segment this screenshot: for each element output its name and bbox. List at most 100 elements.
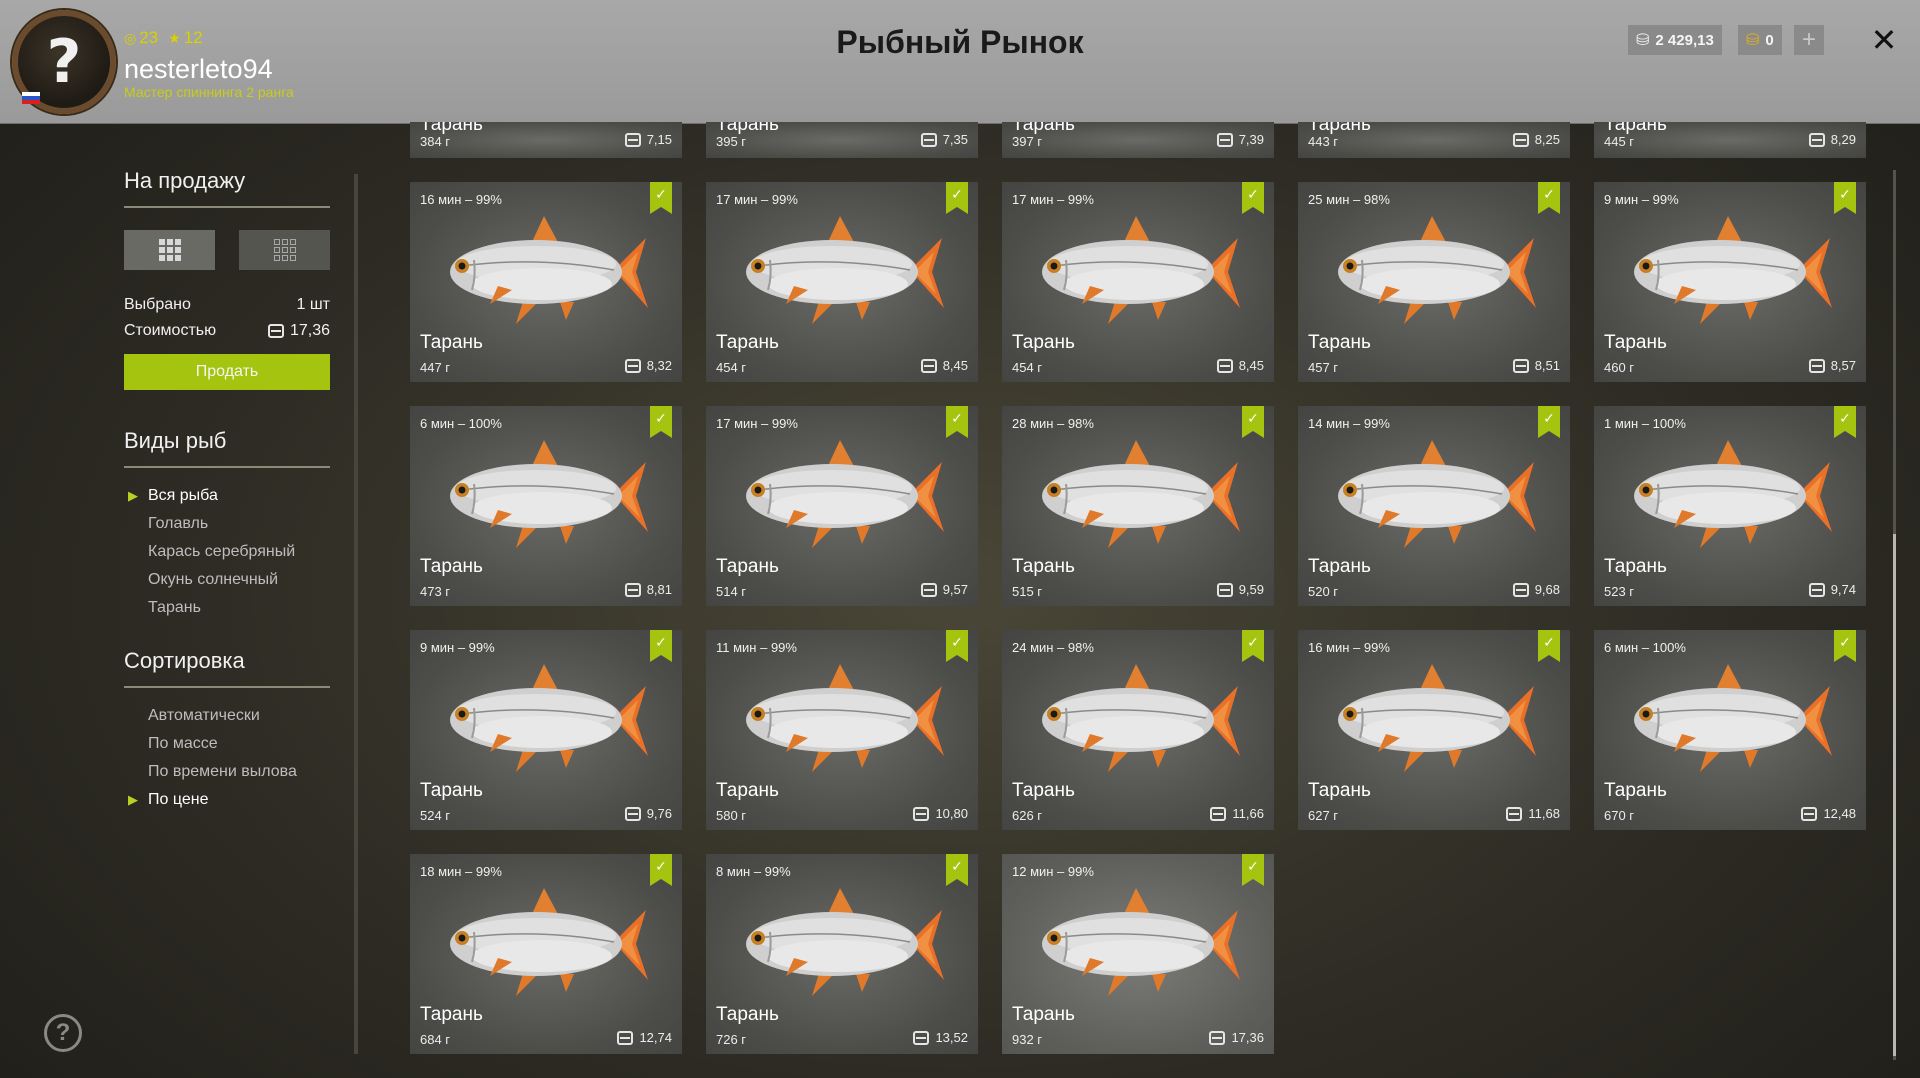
add-currency-button[interactable]: + — [1794, 25, 1824, 55]
fish-price: 8,29 — [1808, 132, 1856, 147]
large-grid-view-button[interactable] — [124, 230, 215, 270]
coin-icon — [920, 132, 937, 147]
fish-price: 13,52 — [913, 1030, 968, 1045]
fish-card[interactable]: 8 мин – 99% ✓ Тарань 726 г 13,52 — [706, 854, 978, 1054]
fish-image — [728, 436, 958, 556]
fish-image — [432, 436, 662, 556]
fish-card[interactable]: 25 мин – 98% ✓ Тарань 457 г 8,51 — [1298, 182, 1570, 382]
fish-name: Тарань — [1308, 332, 1371, 353]
fish-name: Тарань — [1308, 780, 1371, 801]
small-grid-view-button[interactable] — [239, 230, 330, 270]
fish-card[interactable]: 18 мин – 99% ✓ Тарань 684 г 12,74 — [410, 854, 682, 1054]
coin-icon — [624, 132, 641, 147]
species-item[interactable]: Карась серебряный — [124, 538, 330, 566]
silver-coin-icon: ⛁ — [1636, 32, 1650, 49]
fish-price: 7,39 — [1216, 132, 1264, 147]
species-item[interactable]: ▶ Вся рыба — [124, 482, 330, 510]
coin-icon — [1512, 132, 1529, 147]
sort-section-title: Сортировка — [124, 648, 330, 688]
fish-card[interactable]: 16 мин – 99% ✓ Тарань 447 г 8,32 — [410, 182, 682, 382]
fish-card[interactable]: 9 мин – 99% ✓ Тарань 460 г 8,57 — [1594, 182, 1866, 382]
fish-weight: 397 г — [1012, 134, 1043, 149]
close-button[interactable]: ✕ — [1864, 20, 1904, 60]
fish-card[interactable]: 1 мин – 100% ✓ Тарань 523 г 9,74 — [1594, 406, 1866, 606]
fish-weight: 454 г — [716, 360, 747, 375]
selected-bookmark-icon[interactable]: ✓ — [1242, 630, 1264, 662]
selected-bookmark-icon[interactable]: ✓ — [1538, 630, 1560, 662]
sell-button[interactable]: Продать — [124, 354, 330, 390]
fish-card[interactable]: 9 мин – 99% ✓ Тарань 524 г 9,76 — [410, 630, 682, 830]
fish-card[interactable]: 17 мин – 99% ✓ Тарань 454 г 8,45 — [1002, 182, 1274, 382]
fish-name: Тарань — [1012, 1004, 1075, 1025]
fish-card[interactable]: 24 мин – 98% ✓ Тарань 626 г 11,66 — [1002, 630, 1274, 830]
fish-card[interactable]: Тарань 395 г 7,35 — [706, 122, 978, 158]
fish-card[interactable]: 17 мин – 99% ✓ Тарань 514 г 9,57 — [706, 406, 978, 606]
selected-bookmark-icon[interactable]: ✓ — [1242, 406, 1264, 438]
gold-amount: 0 — [1765, 31, 1774, 49]
selected-bookmark-icon[interactable]: ✓ — [946, 182, 968, 214]
catch-time: 6 мин – 100% — [1604, 640, 1686, 655]
fish-price: 17,36 — [1209, 1030, 1264, 1045]
fish-image — [1616, 660, 1846, 780]
fish-weight: 670 г — [1604, 808, 1635, 823]
selected-bookmark-icon[interactable]: ✓ — [1834, 182, 1856, 214]
sort-item[interactable]: Автоматически — [124, 702, 330, 730]
fish-image — [1024, 660, 1254, 780]
selected-bookmark-icon[interactable]: ✓ — [1242, 854, 1264, 886]
fish-card[interactable]: 6 мин – 100% ✓ Тарань 473 г 8,81 — [410, 406, 682, 606]
fish-price-value: 11,68 — [1528, 806, 1560, 821]
help-button[interactable]: ? — [44, 1014, 82, 1052]
selected-bookmark-icon[interactable]: ✓ — [946, 854, 968, 886]
sort-item[interactable]: ▶ По цене — [124, 786, 330, 814]
fish-card[interactable]: 28 мин – 98% ✓ Тарань 515 г 9,59 — [1002, 406, 1274, 606]
fish-price: 8,51 — [1512, 358, 1560, 373]
fish-price: 8,32 — [624, 358, 672, 373]
fish-card[interactable]: 14 мин – 99% ✓ Тарань 520 г 9,68 — [1298, 406, 1570, 606]
selected-bookmark-icon[interactable]: ✓ — [946, 406, 968, 438]
russian-flag-icon — [22, 92, 40, 104]
fish-image — [432, 884, 662, 1004]
species-item[interactable]: Голавль — [124, 510, 330, 538]
sort-item[interactable]: По массе — [124, 730, 330, 758]
selected-bookmark-icon[interactable]: ✓ — [1834, 630, 1856, 662]
fish-card[interactable]: Тарань 443 г 8,25 — [1298, 122, 1570, 158]
sidebar-divider — [354, 174, 358, 1054]
fish-name: Тарань — [716, 332, 779, 353]
fish-card[interactable]: Тарань 384 г 7,15 — [410, 122, 682, 158]
fish-card[interactable]: 6 мин – 100% ✓ Тарань 670 г 12,48 — [1594, 630, 1866, 830]
fish-card[interactable]: 17 мин – 99% ✓ Тарань 454 г 8,45 — [706, 182, 978, 382]
fish-name: Тарань — [1604, 332, 1667, 353]
fish-card[interactable]: Тарань 445 г 8,29 — [1594, 122, 1866, 158]
selected-bookmark-icon[interactable]: ✓ — [1538, 182, 1560, 214]
fish-image — [728, 884, 958, 1004]
fish-card[interactable]: Тарань 397 г 7,39 — [1002, 122, 1274, 158]
selected-bookmark-icon[interactable]: ✓ — [1538, 406, 1560, 438]
selected-bookmark-icon[interactable]: ✓ — [650, 406, 672, 438]
selected-bookmark-icon[interactable]: ✓ — [946, 630, 968, 662]
fish-name: Тарань — [1308, 556, 1371, 577]
fish-price-value: 8,81 — [646, 582, 672, 597]
species-item[interactable]: Окунь солнечный — [124, 566, 330, 594]
fish-weight: 523 г — [1604, 584, 1635, 599]
sort-item[interactable]: По времени вылова — [124, 758, 330, 786]
selected-bookmark-icon[interactable]: ✓ — [650, 854, 672, 886]
fish-price-value: 8,51 — [1534, 358, 1560, 373]
selected-bookmark-icon[interactable]: ✓ — [1242, 182, 1264, 214]
fish-card[interactable]: 16 мин – 99% ✓ Тарань 627 г 11,68 — [1298, 630, 1570, 830]
fish-card[interactable]: 11 мин – 99% ✓ Тарань 580 г 10,80 — [706, 630, 978, 830]
fish-card[interactable]: 12 мин – 99% ✓ Тарань 932 г 17,36 — [1002, 854, 1274, 1054]
selected-bookmark-icon[interactable]: ✓ — [650, 182, 672, 214]
fish-image — [1320, 436, 1550, 556]
catch-time: 9 мин – 99% — [420, 640, 495, 655]
fish-price-value: 7,39 — [1238, 132, 1264, 147]
fish-weight: 627 г — [1308, 808, 1339, 823]
fish-name: Тарань — [420, 556, 483, 577]
species-item-label: Окунь солнечный — [148, 571, 279, 588]
fish-name: Тарань — [716, 780, 779, 801]
fish-price: 10,80 — [913, 806, 968, 821]
fish-price-value: 9,68 — [1534, 582, 1560, 597]
scrollbar-thumb[interactable] — [1893, 534, 1896, 1056]
selected-bookmark-icon[interactable]: ✓ — [650, 630, 672, 662]
selected-bookmark-icon[interactable]: ✓ — [1834, 406, 1856, 438]
species-item[interactable]: Тарань — [124, 594, 330, 622]
